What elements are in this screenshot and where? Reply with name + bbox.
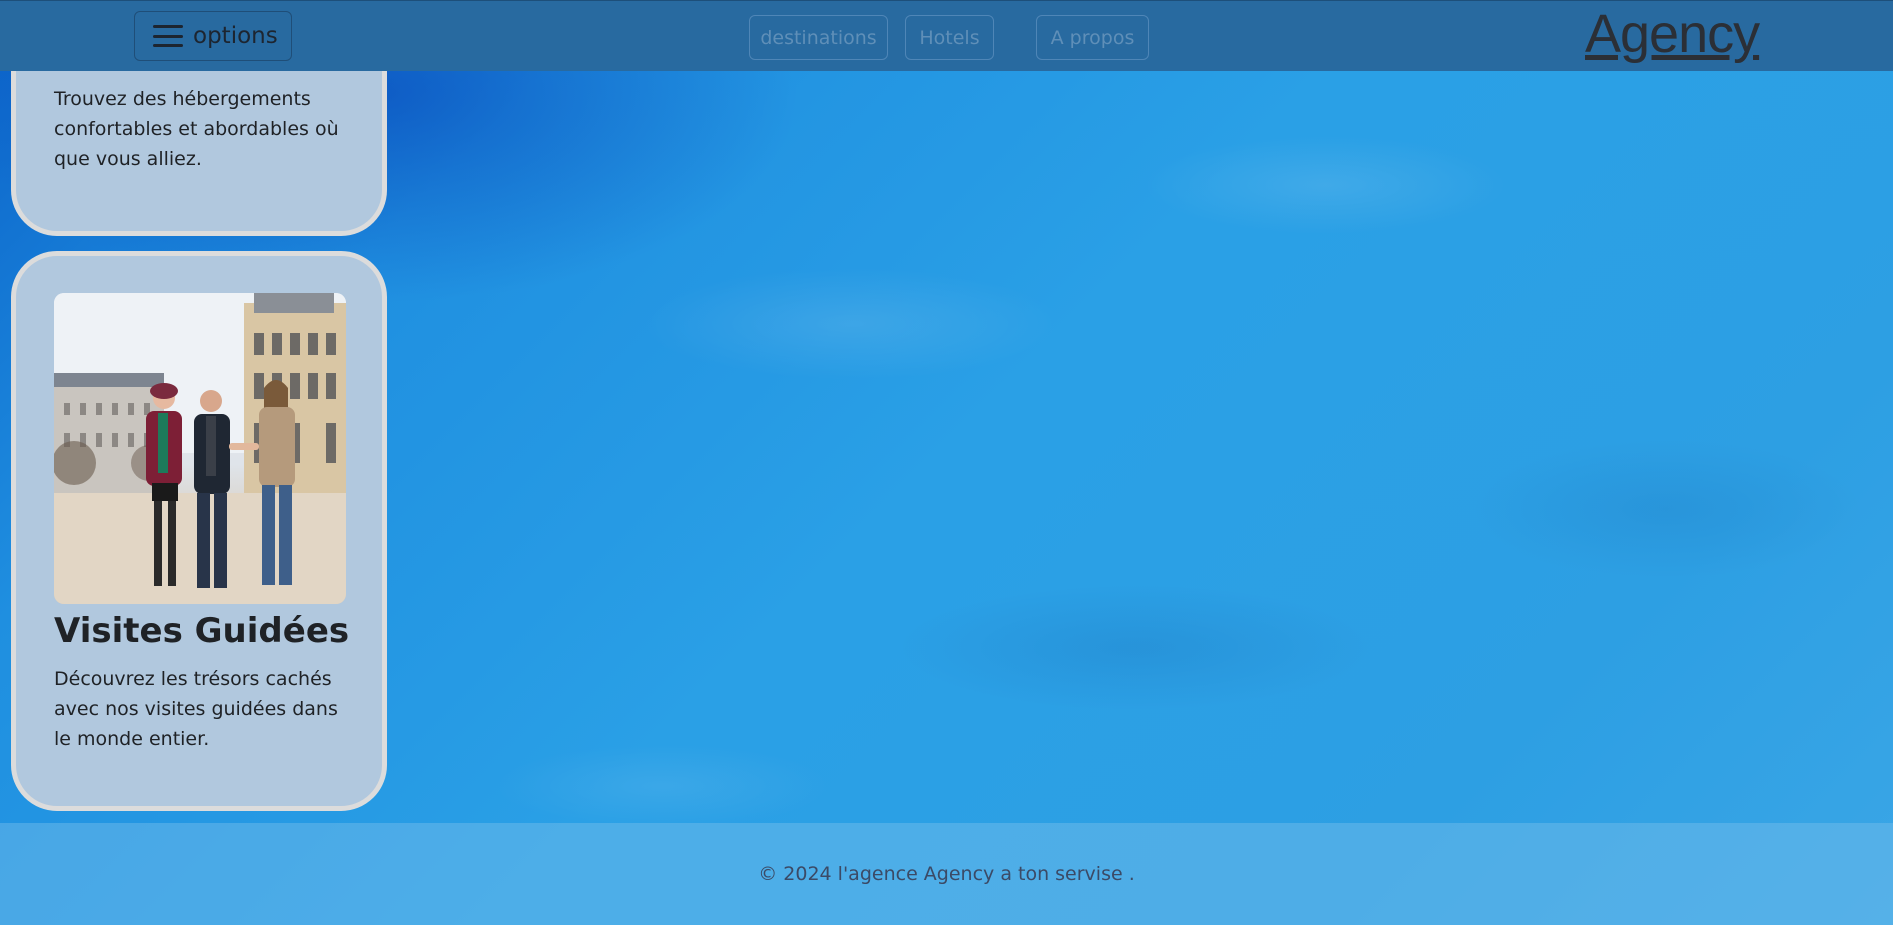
nav-link-destinations[interactable]: destinations bbox=[749, 15, 888, 60]
service-card-guided-tours: Visites Guidées Découvrez les trésors ca… bbox=[11, 251, 387, 811]
page-footer: © 2024 l'agence Agency a ton servise . bbox=[0, 823, 1893, 925]
card-description: Trouvez des hébergements confortables et… bbox=[54, 88, 339, 170]
nav-link-a-propos[interactable]: A propos bbox=[1036, 15, 1149, 60]
nav-link-hotels[interactable]: Hotels bbox=[905, 15, 994, 60]
brand-logo-link[interactable]: Agency bbox=[1585, 3, 1760, 65]
guided-tour-photo bbox=[54, 293, 346, 604]
top-navbar: options destinations Hotels A propos Age… bbox=[0, 0, 1893, 71]
options-label: options bbox=[193, 23, 278, 49]
hamburger-icon bbox=[153, 25, 183, 47]
footer-copyright: © 2024 l'agence Agency a ton servise . bbox=[758, 863, 1135, 885]
card-description: Découvrez les trésors cachés avec nos vi… bbox=[54, 668, 338, 750]
options-menu-button[interactable]: options bbox=[134, 11, 292, 61]
card-title: Visites Guidées bbox=[54, 611, 350, 651]
